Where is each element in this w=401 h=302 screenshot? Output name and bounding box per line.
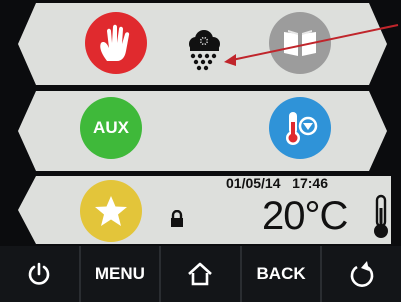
snow-cloud-icon bbox=[189, 30, 220, 71]
favorites-button[interactable] bbox=[80, 180, 142, 242]
aux-label: AUX bbox=[93, 118, 129, 137]
bottom-toolbar: MENU BACK bbox=[0, 246, 401, 302]
thermometer-icon bbox=[374, 194, 388, 238]
menu-label: MENU bbox=[94, 264, 145, 283]
power-icon bbox=[29, 262, 50, 285]
time-text: 17:46 bbox=[292, 175, 328, 191]
row-2-background bbox=[0, 91, 401, 171]
back-button[interactable]: BACK bbox=[242, 246, 323, 302]
book-button[interactable] bbox=[269, 12, 331, 74]
lock-icon bbox=[171, 210, 183, 227]
aux-button[interactable]: AUX bbox=[80, 97, 142, 159]
book-icon bbox=[284, 30, 316, 56]
temperature-text: 20°C bbox=[262, 194, 348, 238]
thermometer-down-icon bbox=[286, 112, 318, 145]
date-text: 01/05/14 bbox=[226, 175, 281, 191]
refresh-button[interactable] bbox=[322, 246, 401, 302]
row-2 bbox=[0, 88, 401, 174]
back-label: BACK bbox=[256, 264, 306, 283]
home-icon bbox=[188, 262, 213, 286]
refresh-icon bbox=[350, 261, 373, 287]
date-time-display: 01/05/14 17:46 bbox=[226, 175, 328, 191]
menu-button[interactable]: MENU bbox=[81, 246, 162, 302]
power-button[interactable] bbox=[0, 246, 81, 302]
touchscreen-display: AUX 01/05/14 17:46 20°C MENU BACK bbox=[0, 0, 401, 302]
thermostat-down-button[interactable] bbox=[269, 97, 331, 159]
star-icon bbox=[95, 196, 127, 226]
home-button[interactable] bbox=[161, 246, 242, 302]
stop-button[interactable] bbox=[85, 12, 147, 74]
hand-stop-icon bbox=[100, 24, 130, 61]
